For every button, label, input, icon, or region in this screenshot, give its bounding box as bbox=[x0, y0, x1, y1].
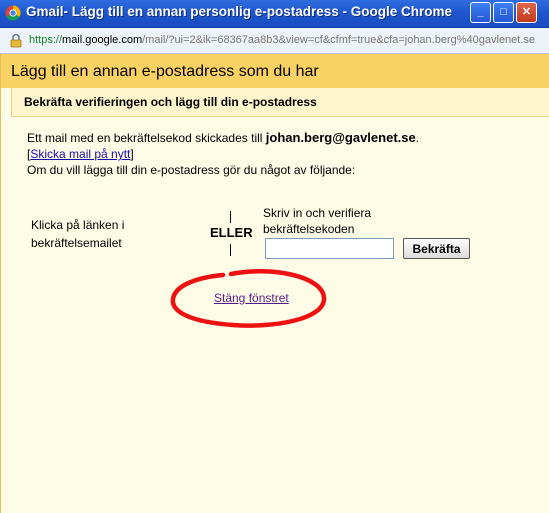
chrome-icon bbox=[5, 5, 21, 21]
maximize-button[interactable]: □ bbox=[493, 2, 514, 23]
divider-top bbox=[230, 211, 231, 223]
close-window-link[interactable]: Stäng fönstret bbox=[214, 291, 289, 305]
close-window-button[interactable]: ✕ bbox=[516, 2, 537, 23]
confirm-button[interactable]: Bekräfta bbox=[403, 238, 470, 259]
sent-message: Ett mail med en bekräftelsekod skickades… bbox=[27, 130, 419, 145]
email-address: johan.berg@gavlenet.se bbox=[265, 130, 416, 145]
divider-bottom bbox=[230, 244, 231, 256]
window-title: Gmail- Lägg till en annan personlig e-po… bbox=[26, 4, 453, 19]
resend-line: [Skicka mail på nytt] bbox=[27, 147, 134, 161]
option-click-link: Klicka på länken i bekräftelsemailet bbox=[31, 218, 125, 250]
dialog-page: Lägg till en annan e-postadress som du h… bbox=[0, 54, 549, 513]
address-bar[interactable]: https://mail.google.com/mail/?ui=2&ik=68… bbox=[0, 28, 549, 54]
url-scheme: https:// bbox=[29, 34, 63, 46]
url-host: mail.google.com bbox=[62, 34, 143, 46]
minimize-button[interactable]: _ bbox=[470, 2, 491, 23]
instruction-text: Om du vill lägga till din e-postadress g… bbox=[27, 163, 356, 177]
subtitle-box: Bekräfta verifieringen och lägg till din… bbox=[11, 88, 549, 117]
url-text[interactable]: https://mail.google.com/mail/?ui=2&ik=68… bbox=[29, 34, 535, 46]
or-label: ELLER bbox=[210, 225, 253, 240]
sent-text: Ett mail med en bekräftelsekod skickades… bbox=[27, 131, 266, 145]
lock-icon bbox=[10, 33, 22, 48]
dialog-subtitle: Bekräfta verifieringen och lägg till din… bbox=[24, 95, 317, 109]
resend-link[interactable]: Skicka mail på nytt bbox=[30, 147, 130, 161]
verification-code-input[interactable] bbox=[265, 238, 394, 259]
window-titlebar[interactable]: Gmail- Lägg till en annan personlig e-po… bbox=[0, 0, 549, 28]
bracket-close: ] bbox=[130, 147, 134, 161]
option-enter-code: Skriv in och verifiera bekräftelsekoden bbox=[263, 206, 372, 236]
url-path: /mail/?ui=2&ik=68367aa8b3&view=cf&cfmf=t… bbox=[142, 34, 536, 46]
sent-period: . bbox=[415, 131, 420, 145]
dialog-header: Lägg till en annan e-postadress som du h… bbox=[1, 54, 549, 88]
dialog-title: Lägg till en annan e-postadress som du h… bbox=[11, 63, 319, 80]
